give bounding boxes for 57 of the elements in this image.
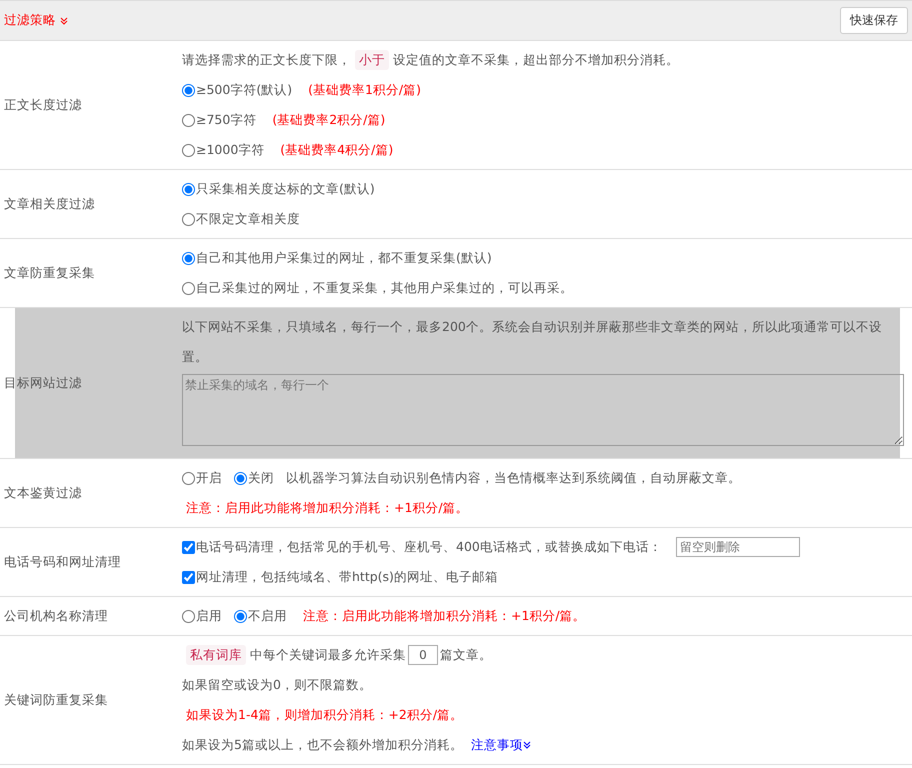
radio-option[interactable]: 不启用 xyxy=(234,601,287,631)
chevron-down-icon xyxy=(522,741,531,749)
row-label: 电话号码和网址清理 xyxy=(3,554,122,570)
checkbox-option[interactable]: 电话号码清理，包括常见的手机号、座机号、400电话格式，或替换成如下电话： xyxy=(182,532,662,562)
checkbox[interactable] xyxy=(182,540,195,554)
radio-button[interactable] xyxy=(182,84,195,96)
radio-option[interactable]: 自己采集过的网址，不重复采集，其他用户采集过的，可以再采。 xyxy=(182,273,573,303)
radio-button[interactable] xyxy=(182,252,195,264)
highlight-tag: 小于 xyxy=(355,50,389,70)
notes-link[interactable]: 注意事项 xyxy=(470,730,531,760)
radio-button[interactable] xyxy=(182,114,195,126)
radio-button[interactable] xyxy=(182,182,195,196)
domain-textarea[interactable]: 禁止采集的域名，每行一个 xyxy=(182,374,904,446)
row-label: 文章防重复采集 xyxy=(3,264,96,282)
description-text: 中每个关键词最多允许采集 xyxy=(250,646,406,664)
description-text: 请选择需求的正文长度下限， xyxy=(182,51,351,69)
radio-option[interactable]: 自己和其他用户采集过的网址，都不重复采集(默认) xyxy=(182,243,492,273)
row-label: 文本鉴黄过滤 xyxy=(3,484,83,502)
highlight-tag: 私有词库 xyxy=(186,645,246,665)
description-text: 设定值的文章不采集，超出部分不增加积分消耗。 xyxy=(393,51,679,69)
note-text: (基础费率4积分/篇) xyxy=(280,141,394,159)
note-text: (基础费率1积分/篇) xyxy=(308,81,422,99)
radio-option[interactable]: 启用 xyxy=(182,601,222,631)
checkbox[interactable] xyxy=(182,570,195,584)
input-field[interactable]: 0 xyxy=(408,645,438,665)
radio-option[interactable]: 开启 xyxy=(182,463,222,493)
radio-option[interactable]: ≥750字符 xyxy=(182,105,256,135)
radio-button[interactable] xyxy=(182,610,195,622)
row-label: 目标网站过滤 xyxy=(3,374,83,392)
description-text: 如果设为5篇或以上，也不会额外增加积分消耗。 xyxy=(182,736,463,754)
description-text: 以下网站不采集，只填域名，每行一个，最多200个。系统会自动识别并屏蔽那些非文章类的网站，所以此项通常可以不设置。 xyxy=(182,318,883,366)
quick-save-button[interactable]: 快速保存 xyxy=(840,7,908,34)
description-text: 如果留空或设为0，则不限篇数。 xyxy=(182,676,372,694)
row-label: 正文长度过滤 xyxy=(3,96,83,114)
row-label: 公司机构名称清理 xyxy=(3,608,109,624)
radio-option[interactable]: 只采集相关度达标的文章(默认) xyxy=(182,174,375,204)
checkbox-option[interactable]: 网址清理，包括纯域名、带http(s)的网址、电子邮箱 xyxy=(182,562,498,592)
chevron-down-icon xyxy=(60,16,68,24)
row-label: 文章相关度过滤 xyxy=(3,196,96,212)
description-text: 以机器学习算法自动识别色情内容，当色情概率达到系统阈值，自动屏蔽文章。 xyxy=(286,469,741,487)
radio-button[interactable] xyxy=(182,212,195,226)
radio-option[interactable]: ≥1000字符 xyxy=(182,135,264,165)
radio-button[interactable] xyxy=(182,282,195,294)
radio-option[interactable]: 关闭 xyxy=(234,463,274,493)
note-text: (基础费率2积分/篇) xyxy=(272,111,386,129)
radio-button[interactable] xyxy=(234,610,247,622)
radio-button[interactable] xyxy=(182,144,195,156)
note-text: 注意：启用此功能将增加积分消耗：+1积分/篇。 xyxy=(186,499,469,517)
input-field[interactable]: 留空则删除 xyxy=(676,537,800,557)
radio-button[interactable] xyxy=(234,472,247,484)
description-text: 篇文章。 xyxy=(440,646,492,664)
note-text: 注意：启用此功能将增加积分消耗：+1积分/篇。 xyxy=(303,607,586,625)
radio-option[interactable]: 不限定文章相关度 xyxy=(182,204,300,234)
radio-button[interactable] xyxy=(182,472,195,484)
radio-option[interactable]: ≥500字符(默认) xyxy=(182,75,292,105)
row-label: 关键词防重复采集 xyxy=(3,692,109,708)
note-text: 如果设为1-4篇，则增加积分消耗：+2积分/篇。 xyxy=(186,706,464,724)
